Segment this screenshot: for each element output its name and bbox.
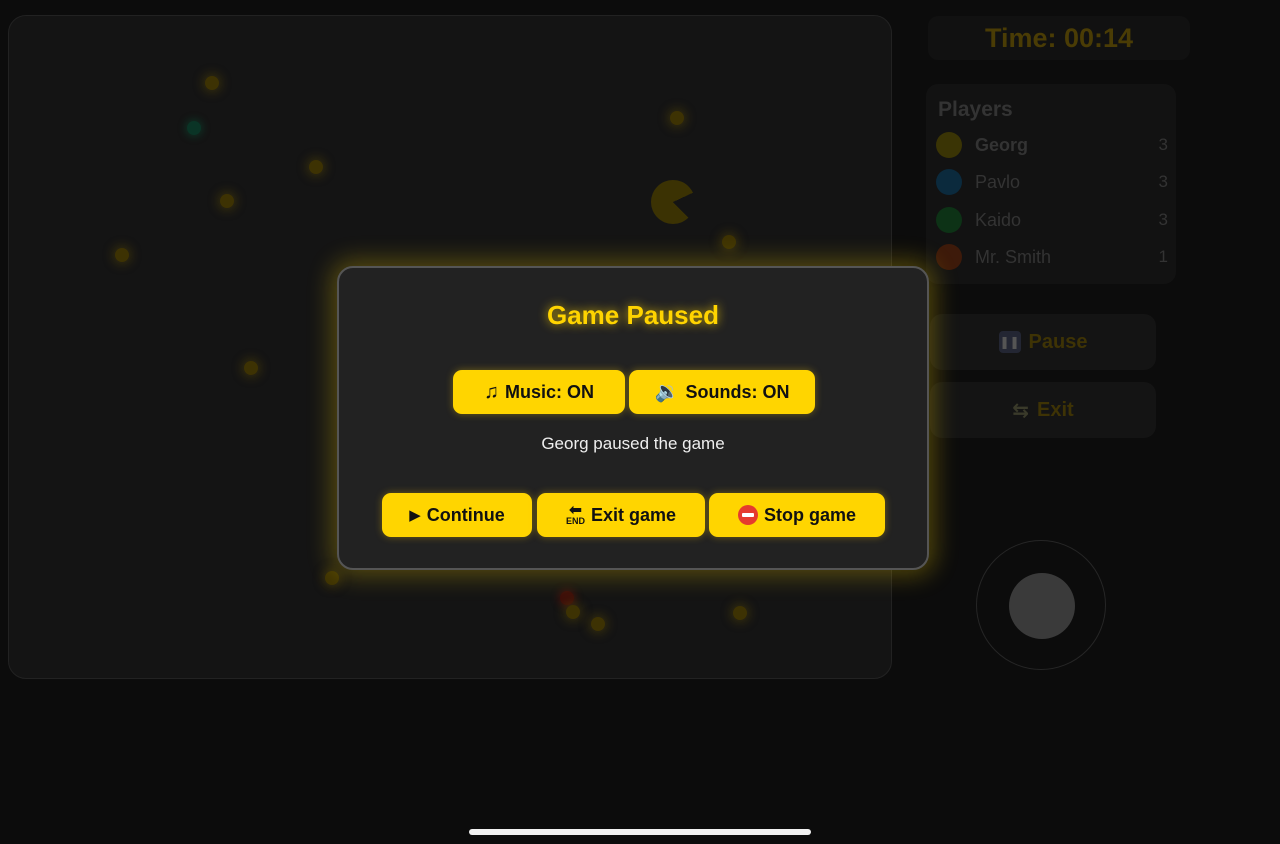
game-timer: Time: 00:14 — [928, 16, 1190, 60]
player-row: Georg 3 — [936, 130, 1168, 160]
pellet — [220, 194, 234, 208]
pause-icon: ❚❚ — [998, 331, 1021, 353]
pellet — [560, 591, 574, 605]
pellet — [566, 605, 580, 619]
exit-button-label: Exit — [1037, 398, 1074, 421]
pellet — [722, 235, 736, 249]
player-color-swatch — [936, 132, 962, 158]
player-name: Georg — [975, 134, 1029, 155]
home-indicator[interactable] — [469, 829, 811, 835]
player-score: 3 — [1158, 135, 1168, 154]
music-toggle-label: Music: ON — [504, 381, 594, 402]
player-name: Mr. Smith — [975, 246, 1052, 267]
pause-message: Georg paused the game — [541, 434, 725, 453]
pellet — [187, 121, 201, 135]
dialog-title: Game Paused — [547, 300, 719, 330]
pause-button[interactable]: ❚❚ Pause — [930, 314, 1156, 370]
music-toggle-button[interactable]: ♫ Music: ON — [453, 370, 625, 414]
continue-button[interactable]: ▶ Continue — [382, 493, 532, 537]
exit-game-label: Exit game — [590, 504, 677, 525]
player-color-swatch — [936, 207, 962, 233]
pause-dialog: Game Paused ♫ Music: ON 🔉 Sounds: ON Geo… — [337, 266, 929, 570]
pause-button-label: Pause — [1028, 330, 1088, 353]
player-row: Pavlo 3 — [936, 167, 1168, 197]
exit-game-button[interactable]: ⬅ END Exit game — [537, 493, 705, 537]
pellet — [591, 617, 605, 631]
no-entry-icon — [737, 505, 758, 525]
player-score: 3 — [1158, 210, 1168, 229]
pellet — [670, 111, 684, 125]
pellet — [244, 361, 258, 375]
player-row: Mr. Smith 1 — [936, 242, 1168, 272]
sounds-toggle-button[interactable]: 🔉 Sounds: ON — [629, 370, 815, 414]
player-score: 3 — [1158, 172, 1168, 191]
pellet — [115, 248, 129, 262]
player-color-swatch — [936, 244, 962, 270]
stop-game-label: Stop game — [763, 504, 856, 525]
end-arrow-icon: ⬅ END — [565, 501, 585, 526]
pellet — [733, 606, 747, 620]
player-name: Kaido — [975, 209, 1022, 230]
pellet — [205, 76, 219, 90]
speaker-icon: 🔉 — [654, 381, 680, 403]
players-panel: Players Georg 3 Pavlo 3 Kaido 3 Mr. Smit… — [926, 84, 1176, 284]
joystick[interactable] — [976, 540, 1106, 670]
player-row: Kaido 3 — [936, 205, 1168, 235]
pacman-player — [651, 180, 695, 224]
music-note-icon: ♫ — [483, 381, 499, 403]
player-color-swatch — [936, 169, 962, 195]
player-score: 1 — [1158, 247, 1168, 266]
joystick-knob[interactable] — [1009, 573, 1075, 639]
stop-game-button[interactable]: Stop game — [709, 493, 885, 537]
game-screen: Time: 00:14 Players Georg 3 Pavlo 3 Kaid… — [0, 0, 1280, 844]
pellet — [325, 571, 339, 585]
back-arrows-icon: ⇆ — [1012, 399, 1030, 422]
play-icon: ▶ — [409, 506, 421, 524]
player-name: Pavlo — [975, 171, 1021, 192]
continue-label: Continue — [426, 504, 505, 525]
exit-button[interactable]: ⇆ Exit — [930, 382, 1156, 438]
players-title: Players — [938, 98, 1013, 121]
pellet — [309, 160, 323, 174]
sounds-toggle-label: Sounds: ON — [685, 381, 790, 402]
